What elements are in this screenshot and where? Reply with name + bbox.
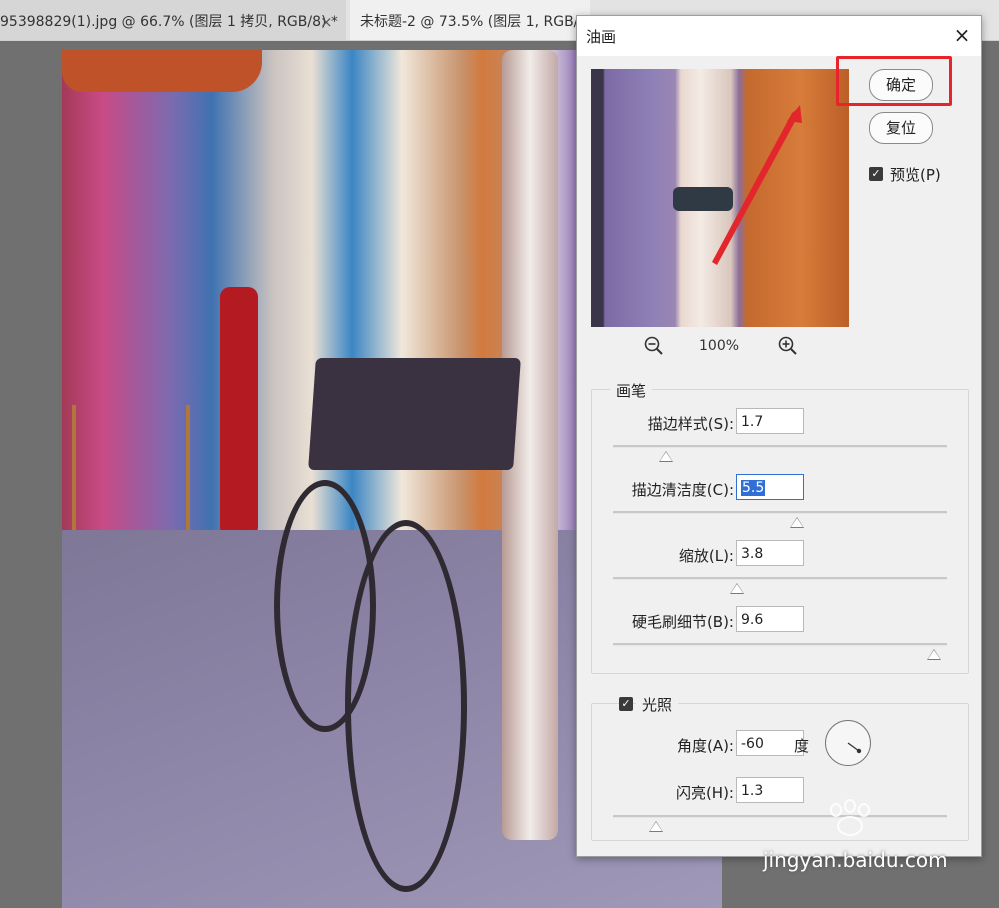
scale-slider[interactable]	[613, 577, 947, 594]
preview-checkbox[interactable]: ✓	[869, 167, 883, 181]
baidu-logo-watermark	[830, 799, 870, 836]
scale-label: 缩放(L):	[678, 547, 734, 565]
slider-thumb[interactable]	[926, 649, 941, 660]
slider-thumb[interactable]	[649, 821, 664, 832]
shine-label: 闪亮(H):	[675, 784, 734, 802]
lighting-group-title: 光照	[636, 694, 679, 715]
red-arrow-icon	[712, 105, 802, 265]
preview-label: 预览(P)	[890, 166, 941, 184]
stroke-cleanliness-value: 5.5	[741, 480, 766, 496]
awning	[62, 50, 262, 92]
close-icon[interactable]: ×	[949, 22, 975, 48]
red-door-panel	[220, 287, 258, 537]
tab-document-2[interactable]: 未标题-2 @ 73.5% (图层 1, RGB/8)	[350, 0, 590, 40]
bristle-detail-input[interactable]: 9.6	[736, 606, 804, 632]
slider-thumb[interactable]	[659, 451, 674, 462]
angle-dial[interactable]	[825, 720, 871, 766]
red-highlight-box	[836, 56, 952, 106]
tab-document-1-label: 95398829(1).jpg @ 66.7% (图层 1 拷贝, RGB/8)…	[0, 14, 338, 30]
stroke-style-label: 描边样式(S):	[647, 415, 734, 433]
oil-paint-dialog: 油画 × 100% 确定 复位 ✓ 预览(P) 画笔 描边样式(S): 1.7	[576, 15, 982, 857]
dialog-title: 油画	[586, 28, 617, 46]
stroke-cleanliness-input[interactable]: 5.5	[736, 474, 804, 500]
bristle-detail-slider[interactable]	[613, 643, 947, 660]
stroke-cleanliness-label: 描边清洁度(C):	[631, 481, 734, 499]
stroke-style-input[interactable]: 1.7	[736, 408, 804, 434]
bicycle-basket	[308, 358, 521, 470]
slider-thumb[interactable]	[729, 583, 744, 594]
lighting-checkbox[interactable]: ✓	[619, 697, 633, 711]
filter-preview[interactable]	[591, 69, 849, 327]
tab-document-2-label: 未标题-2 @ 73.5% (图层 1, RGB/8)	[360, 14, 590, 30]
brush-group: 画笔 描边样式(S): 1.7 描边清洁度(C): 5.5 缩放(L): 3.8…	[591, 380, 969, 674]
bristle-detail-label: 硬毛刷细节(B):	[631, 613, 734, 631]
tab-close-icon[interactable]: ×	[320, 0, 333, 40]
zoom-out-icon[interactable]	[643, 335, 665, 357]
angle-label: 角度(A):	[676, 737, 734, 755]
zoom-level: 100%	[699, 338, 740, 354]
dialog-title-bar: 油画 ×	[577, 16, 981, 56]
stroke-style-slider[interactable]	[613, 445, 947, 462]
watermark-url: jingyan.baidu.com	[763, 848, 948, 872]
tab-document-1[interactable]: 95398829(1).jpg @ 66.7% (图层 1 拷贝, RGB/8)…	[0, 0, 346, 40]
reset-button[interactable]: 复位	[869, 112, 933, 144]
angle-dial-needle-icon	[847, 742, 862, 754]
slider-thumb[interactable]	[789, 517, 804, 528]
scale-input[interactable]: 3.8	[736, 540, 804, 566]
stroke-cleanliness-slider[interactable]	[613, 511, 947, 528]
bicycle-front-wheel	[345, 520, 467, 892]
brush-group-title: 画笔	[610, 380, 653, 401]
zoom-controls: 100%	[591, 333, 849, 361]
angle-unit: 度	[794, 737, 810, 755]
zoom-in-icon[interactable]	[777, 335, 799, 357]
